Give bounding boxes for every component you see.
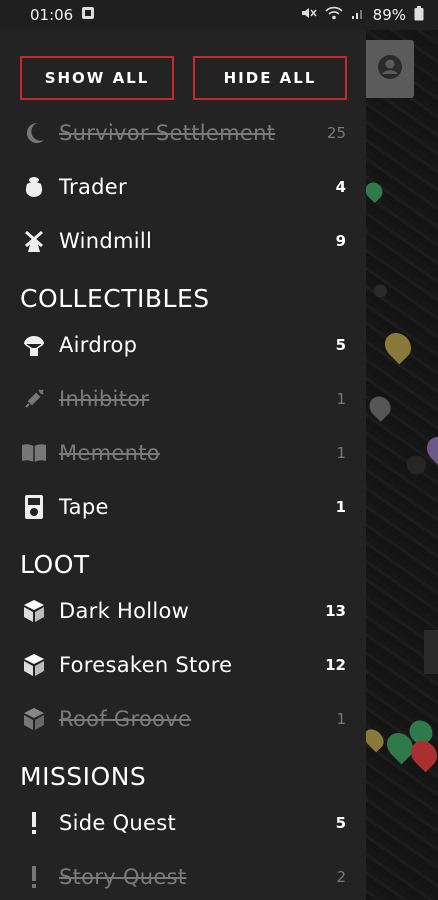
- moon-icon: [20, 119, 48, 147]
- filter-item-count: 2: [336, 868, 346, 886]
- filter-item-windmill[interactable]: Windmill 9: [0, 214, 366, 268]
- filter-item-label: Survivor Settlement: [59, 121, 276, 145]
- battery-level: 89%: [372, 6, 406, 24]
- profile-button[interactable]: [366, 40, 414, 98]
- filter-item-label: Windmill: [59, 229, 153, 253]
- filter-item-label: Tape: [59, 495, 109, 519]
- map-marker[interactable]: [379, 327, 417, 365]
- show-all-button[interactable]: SHOW ALL: [20, 56, 174, 100]
- cube-icon: [20, 651, 48, 679]
- hide-all-button[interactable]: HIDE ALL: [193, 56, 347, 100]
- book-icon: [20, 439, 48, 467]
- windmill-icon: [20, 227, 48, 255]
- filter-item-memento[interactable]: Memento 1: [0, 426, 366, 480]
- sack-icon: [20, 173, 48, 201]
- filter-item-foresaken-store[interactable]: Foresaken Store 12: [0, 638, 366, 692]
- filter-item-count: 5: [335, 814, 346, 832]
- parachute-icon: [20, 331, 48, 359]
- section-title-loot: LOOT: [20, 550, 90, 579]
- filter-item-count: 1: [335, 498, 346, 516]
- filter-item-label: Dark Hollow: [59, 599, 190, 623]
- cube-icon: [20, 597, 48, 625]
- filter-item-label: Inhibitor: [59, 387, 150, 411]
- filter-drawer: SHOW ALL HIDE ALL Survivor Settlement 25…: [0, 30, 366, 900]
- filter-item-count: 9: [335, 232, 346, 250]
- map-marker[interactable]: [366, 178, 387, 204]
- filter-item-label: Story Quest: [59, 865, 187, 889]
- map-view[interactable]: [366, 30, 438, 900]
- map-marker[interactable]: [366, 392, 395, 422]
- map-marker[interactable]: [366, 725, 388, 753]
- notification-icon: [81, 6, 95, 24]
- filter-item-count: 13: [325, 602, 346, 620]
- filter-item-label: Roof Groove: [59, 707, 192, 731]
- section-title-collectibles: COLLECTIBLES: [20, 284, 210, 313]
- filter-item-count: 1: [336, 390, 346, 408]
- exclamation-icon: [20, 809, 48, 837]
- filter-item-roof-groove[interactable]: Roof Groove 1: [0, 692, 366, 746]
- filter-item-count: 5: [335, 336, 346, 354]
- tape-player-icon: [20, 493, 48, 521]
- filter-item-label: Trader: [59, 175, 127, 199]
- section-title-missions: MISSIONS: [20, 762, 147, 791]
- filter-item-count: 1: [336, 710, 346, 728]
- mute-icon: [301, 6, 317, 24]
- signal-icon: [351, 6, 365, 24]
- filter-item-story-quest[interactable]: Story Quest 2: [0, 850, 366, 900]
- filter-item-airdrop[interactable]: Airdrop 5: [0, 318, 366, 372]
- filter-item-trader[interactable]: Trader 4: [0, 160, 366, 214]
- filter-item-tape[interactable]: Tape 1: [0, 480, 366, 534]
- map-marker[interactable]: [421, 431, 438, 469]
- status-bar: 01:06 89%: [0, 0, 438, 30]
- filter-item-label: Memento: [59, 441, 160, 465]
- filter-item-label: Foresaken Store: [59, 653, 233, 677]
- wifi-icon: [325, 6, 343, 24]
- filter-item-dark-hollow[interactable]: Dark Hollow 13: [0, 584, 366, 638]
- filter-item-count: 25: [326, 124, 346, 142]
- status-time: 01:06: [30, 6, 74, 24]
- filter-item-inhibitor[interactable]: Inhibitor 1: [0, 372, 366, 426]
- battery-icon: [414, 5, 424, 25]
- filter-item-label: Side Quest: [59, 811, 177, 835]
- filter-item-side-quest[interactable]: Side Quest 5: [0, 796, 366, 850]
- syringe-icon: [20, 385, 48, 413]
- filter-item-label: Airdrop: [59, 333, 138, 357]
- cube-icon: [20, 705, 48, 733]
- exclamation-icon: [20, 863, 48, 891]
- filter-item-survivor-settlement[interactable]: Survivor Settlement 25: [0, 106, 366, 160]
- map-label: [424, 630, 438, 674]
- account-icon: [377, 54, 403, 84]
- filter-item-count: 12: [325, 656, 346, 674]
- filter-item-count: 1: [336, 444, 346, 462]
- filter-item-count: 4: [335, 178, 346, 196]
